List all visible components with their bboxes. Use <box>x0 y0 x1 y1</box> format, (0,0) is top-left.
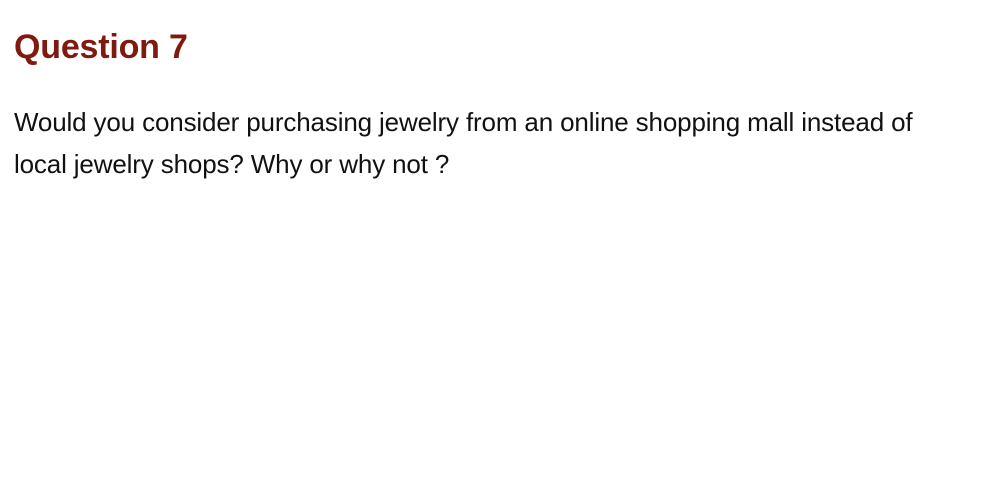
question-title: Question 7 <box>14 28 188 66</box>
question-text: Would you consider purchasing jewelry fr… <box>14 107 913 179</box>
question-page: Question 7 Would you consider purchasing… <box>0 0 1002 498</box>
